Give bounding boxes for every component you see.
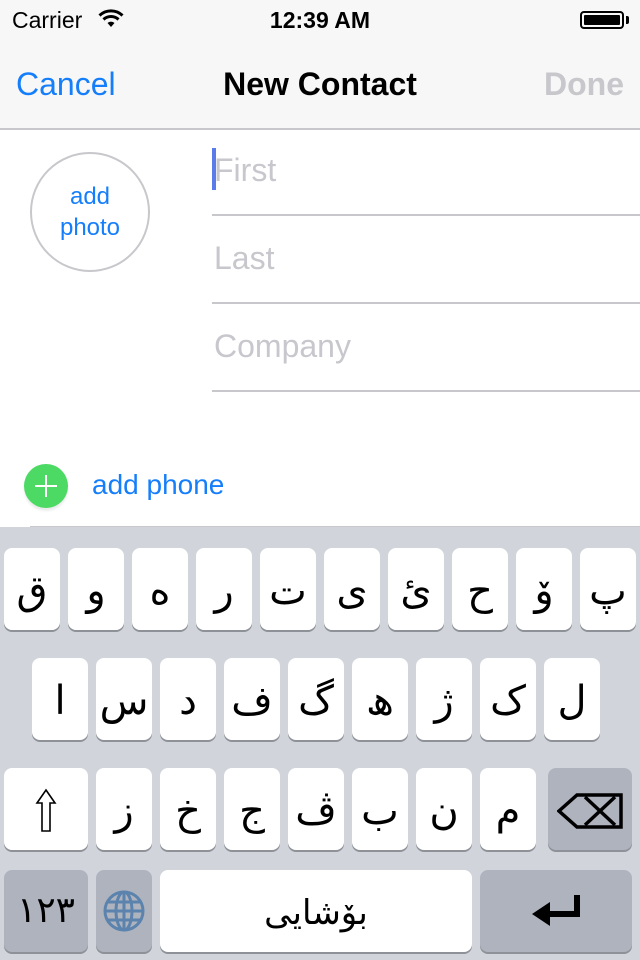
key[interactable]: ح bbox=[452, 548, 508, 630]
battery-icon bbox=[580, 11, 624, 29]
shift-key[interactable] bbox=[4, 768, 88, 850]
key-label: ھ bbox=[366, 678, 394, 724]
key-label: پ bbox=[589, 568, 627, 614]
key-label: ل bbox=[557, 678, 587, 724]
key-label: ق bbox=[16, 568, 48, 614]
key[interactable]: ئ bbox=[388, 548, 444, 630]
key[interactable]: ی bbox=[324, 548, 380, 630]
key-label: ز bbox=[114, 788, 134, 834]
return-arrow-icon bbox=[532, 895, 580, 926]
key[interactable]: ھ bbox=[352, 658, 408, 740]
numbers-key[interactable]: ١٢٣ bbox=[4, 870, 88, 952]
key-label: ژ bbox=[434, 678, 454, 724]
backspace-key[interactable] bbox=[548, 768, 632, 850]
numbers-key-label: ١٢٣ bbox=[16, 890, 75, 931]
shift-arrow-icon bbox=[35, 788, 57, 832]
key-label: ت bbox=[269, 568, 307, 614]
key[interactable]: ر bbox=[196, 548, 252, 630]
key[interactable]: ت bbox=[260, 548, 316, 630]
key[interactable]: ن bbox=[416, 768, 472, 850]
key-label: ج bbox=[239, 788, 265, 834]
globe-icon bbox=[103, 890, 145, 932]
key[interactable]: ف bbox=[224, 658, 280, 740]
key-label: ف bbox=[231, 678, 273, 724]
key[interactable]: ا bbox=[32, 658, 88, 740]
key-label: ی bbox=[336, 568, 368, 614]
company-input[interactable] bbox=[212, 326, 634, 366]
key[interactable]: گ bbox=[288, 658, 344, 740]
key[interactable]: ه bbox=[132, 548, 188, 630]
space-key-label: بۆشایی bbox=[264, 893, 368, 933]
key-label: ا bbox=[54, 678, 66, 724]
key[interactable]: پ bbox=[580, 548, 636, 630]
key-label: د bbox=[179, 678, 197, 724]
key[interactable]: ب bbox=[352, 768, 408, 850]
last-name-input[interactable] bbox=[212, 238, 634, 278]
key[interactable]: ک bbox=[480, 658, 536, 740]
cancel-button[interactable]: Cancel bbox=[16, 66, 116, 103]
space-key[interactable]: بۆشایی bbox=[160, 870, 472, 952]
key-label: گ bbox=[298, 678, 334, 724]
key-label: ب bbox=[361, 788, 399, 834]
key[interactable]: ژ bbox=[416, 658, 472, 740]
add-photo-label: add photo bbox=[59, 183, 121, 241]
key-label: ئ bbox=[400, 568, 432, 614]
keyboard: ق و ه ر ت ی ئ ح ۆ پ ا س د ف گ ھ ژ ک ل ز … bbox=[0, 527, 640, 960]
key-label: ر bbox=[214, 568, 234, 614]
key[interactable]: ج bbox=[224, 768, 280, 850]
key-label: ح bbox=[467, 568, 493, 614]
key[interactable]: س bbox=[96, 658, 152, 740]
key[interactable]: ڤ bbox=[288, 768, 344, 850]
return-key[interactable] bbox=[480, 870, 632, 952]
key-label: ه bbox=[149, 568, 171, 614]
key[interactable]: ل bbox=[544, 658, 600, 740]
last-name-field-row bbox=[212, 216, 640, 304]
done-button[interactable]: Done bbox=[544, 66, 624, 103]
key-label: ک bbox=[490, 678, 526, 724]
key[interactable]: ز bbox=[96, 768, 152, 850]
company-field-row bbox=[212, 304, 640, 392]
first-name-input[interactable] bbox=[212, 150, 634, 190]
add-phone-button[interactable]: add phone bbox=[0, 460, 640, 516]
key[interactable]: ۆ bbox=[516, 548, 572, 630]
key-label: س bbox=[99, 678, 149, 724]
key[interactable]: د bbox=[160, 658, 216, 740]
backspace-icon bbox=[557, 793, 623, 829]
key[interactable]: و bbox=[68, 548, 124, 630]
battery-tip bbox=[626, 16, 629, 24]
status-bar: Carrier 12:39 AM bbox=[0, 0, 640, 40]
key-label: ن bbox=[429, 788, 459, 834]
key[interactable]: ق bbox=[4, 548, 60, 630]
plus-circle-icon bbox=[24, 464, 68, 508]
key-label: ۆ bbox=[534, 568, 554, 614]
navigation-header: Carrier 12:39 AM Cancel New Contact Done bbox=[0, 0, 640, 130]
add-phone-label: add phone bbox=[92, 469, 225, 500]
globe-key[interactable] bbox=[96, 870, 152, 952]
key-label: م bbox=[495, 788, 521, 834]
clock: 12:39 AM bbox=[269, 7, 371, 33]
key-label: خ bbox=[175, 788, 201, 834]
key-label: و bbox=[86, 568, 106, 614]
key-label: ڤ bbox=[295, 788, 337, 834]
add-photo-button[interactable]: add photo bbox=[30, 152, 150, 272]
key[interactable]: خ bbox=[160, 768, 216, 850]
first-name-field-row bbox=[212, 128, 640, 216]
key[interactable]: م bbox=[480, 768, 536, 850]
